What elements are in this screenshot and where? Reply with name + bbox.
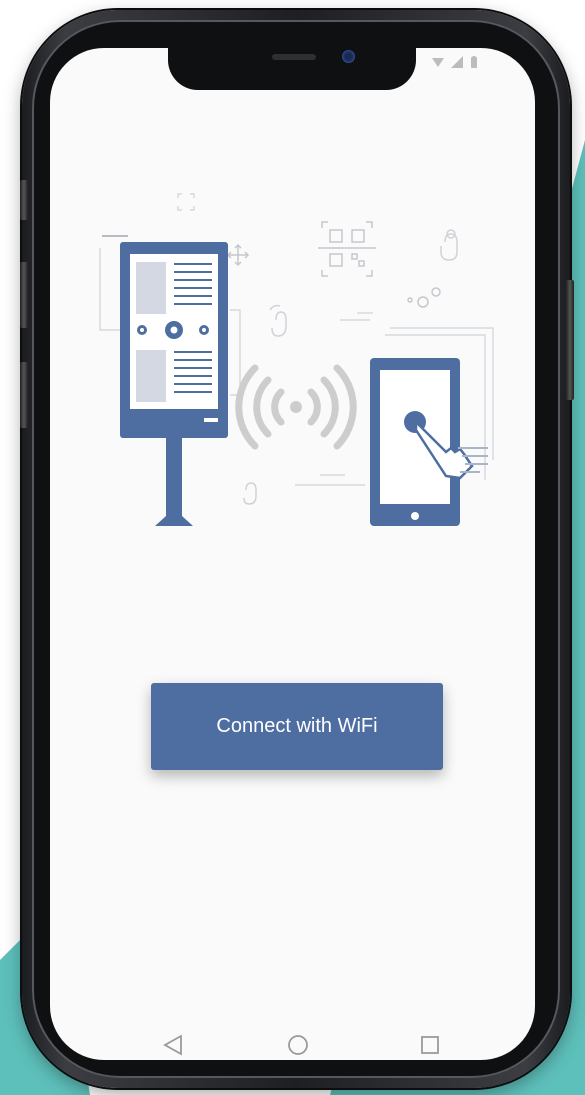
signal-icon: [451, 56, 463, 71]
smartphone-icon: [370, 358, 460, 526]
connect-with-wifi-button[interactable]: Connect with WiFi: [151, 683, 443, 770]
pointer-hand-icon: [269, 304, 287, 337]
power-button: [566, 280, 574, 400]
volume-down-button: [20, 362, 28, 428]
back-triangle-icon: [163, 1034, 182, 1056]
nav-back-button[interactable]: [153, 1025, 193, 1065]
navigation-bar: [50, 1010, 535, 1070]
move-arrows-icon: [226, 243, 250, 267]
qr-code-icon: [318, 221, 376, 277]
kiosk-connect-illustration: [99, 193, 494, 526]
front-camera: [342, 50, 355, 63]
speaker-grille: [272, 54, 316, 60]
focus-icon: [177, 193, 195, 211]
wifi-icon: [432, 56, 444, 71]
wifi-signal-icon: [235, 364, 357, 450]
finger-tap-icon: [243, 482, 257, 505]
gears-small-icon: [407, 287, 441, 308]
kiosk-icon: [120, 242, 228, 526]
notch: [168, 40, 416, 90]
nav-home-button[interactable]: [278, 1025, 318, 1065]
nav-recents-button[interactable]: [410, 1025, 450, 1065]
mute-switch: [20, 180, 28, 220]
hand-tap-icon: [440, 229, 458, 261]
home-circle-icon: [288, 1035, 308, 1055]
battery-icon: [470, 56, 478, 71]
volume-up-button: [20, 262, 28, 328]
status-bar: [432, 56, 478, 71]
recents-square-icon: [421, 1036, 439, 1054]
